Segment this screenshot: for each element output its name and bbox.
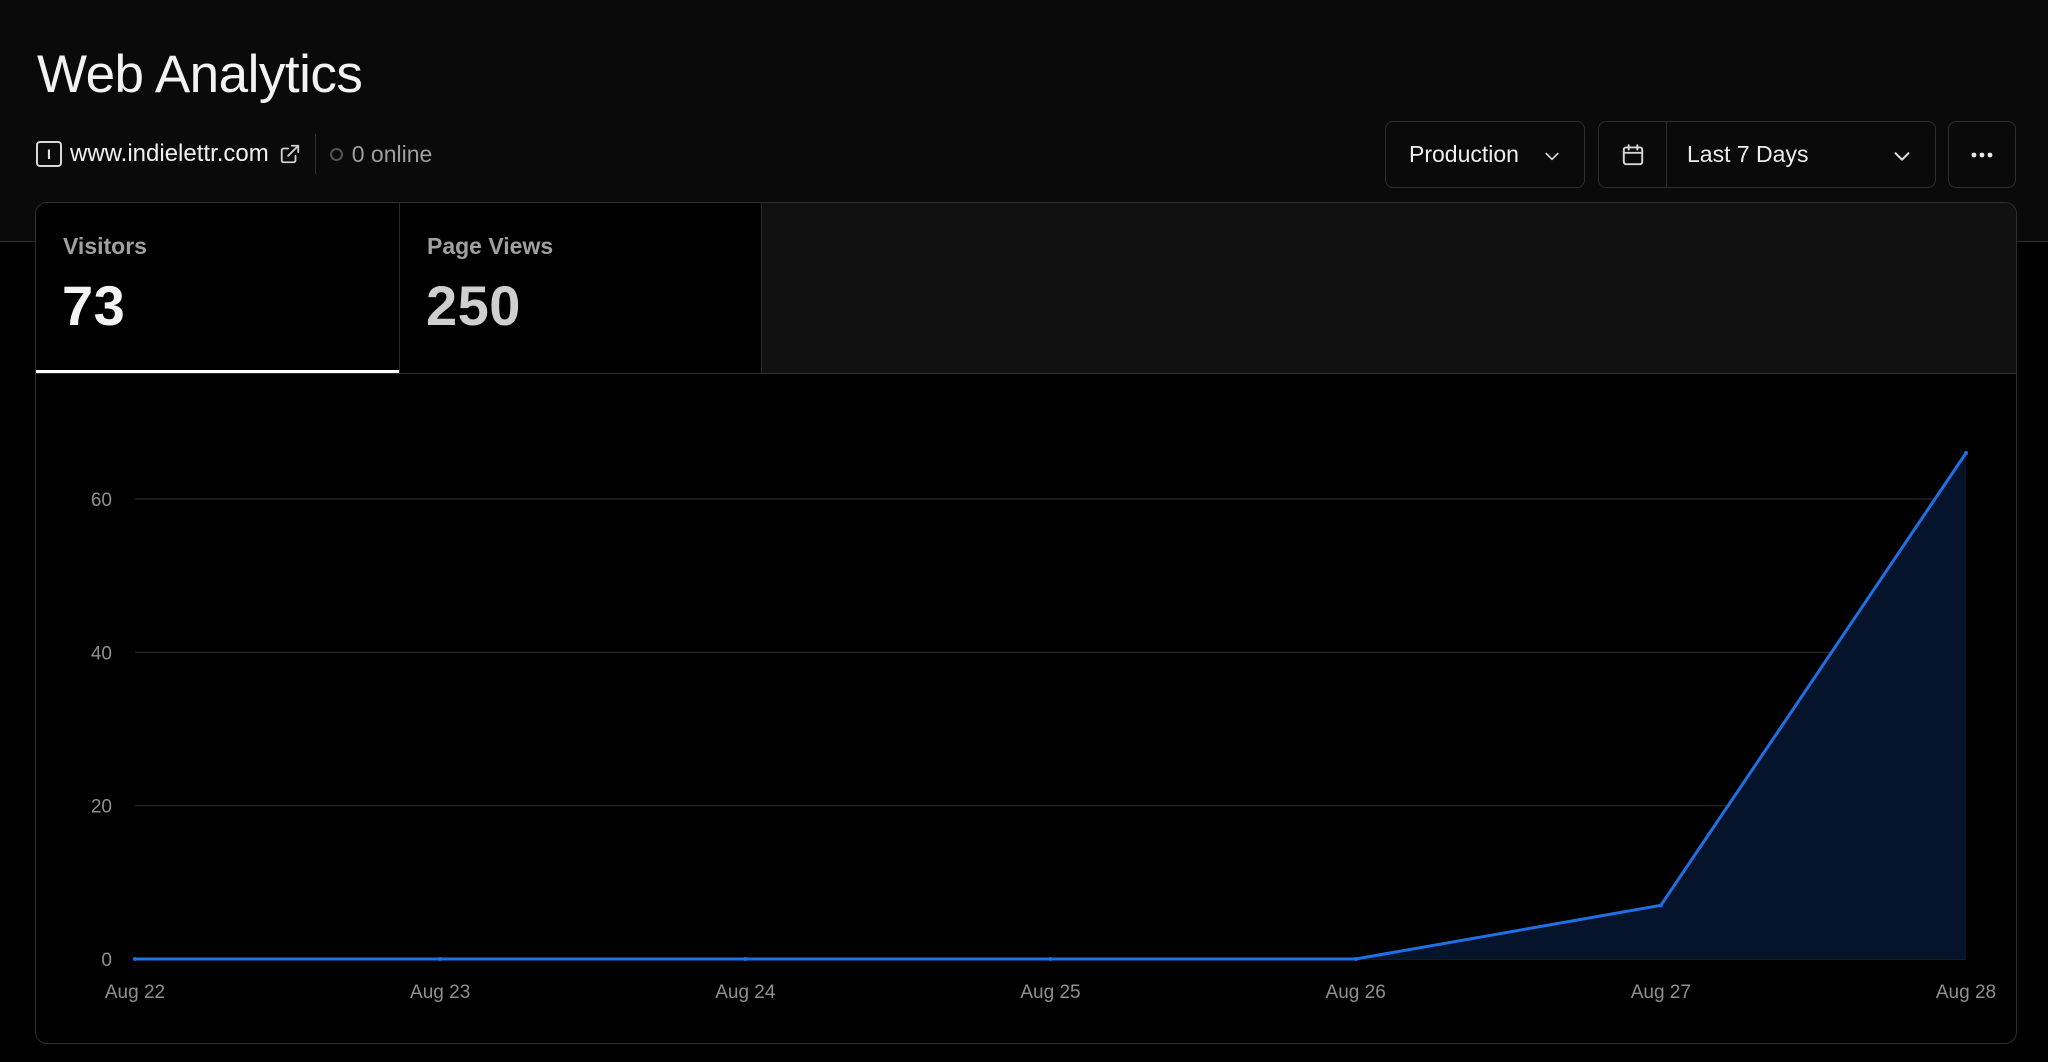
y-tick-label: 0 [101, 950, 112, 971]
x-tick-label: Aug 22 [105, 982, 165, 1003]
x-tick-label: Aug 26 [1326, 982, 1386, 1003]
x-tick-label: Aug 23 [410, 982, 470, 1003]
online-status-dot-icon [329, 147, 343, 161]
data-point [1658, 903, 1663, 908]
date-range-label: Last 7 Days [1687, 141, 1809, 167]
x-tick-label: Aug 25 [1020, 982, 1080, 1003]
data-point [438, 957, 443, 961]
y-tick-label: 20 [91, 797, 112, 818]
x-tick-label: Aug 24 [715, 982, 776, 1003]
visitors-chart: 0 20 40 60 Aug 22 Aug 23 Aug 24 Aug 25 Aug 26 Aug… [91, 451, 1996, 1003]
ellipsis-icon [1971, 152, 1993, 157]
data-point [1048, 957, 1053, 961]
online-count: 0 online [351, 140, 433, 167]
x-tick-label: Aug 27 [1631, 982, 1691, 1003]
data-point [133, 957, 137, 961]
site-info-row: I www.indielettr.com 0 online [36, 134, 432, 174]
y-tick-label: 40 [91, 643, 112, 664]
calendar-icon [1622, 143, 1643, 165]
site-domain-link[interactable]: www.indielettr.com [70, 140, 269, 168]
environment-select[interactable]: Production [1385, 121, 1585, 188]
x-tick-label: Aug 28 [1936, 982, 1996, 1003]
favicon-letter: I [47, 146, 51, 162]
divider [314, 134, 316, 174]
data-point [1353, 957, 1358, 961]
analytics-card: Visitors 73 Page Views 250 0 20 40 60 Aug 22… [35, 202, 2017, 1044]
site-favicon: I [36, 141, 62, 167]
y-tick-label: 60 [91, 490, 112, 511]
series-area [135, 453, 1966, 959]
external-link-icon[interactable] [279, 143, 301, 165]
data-point [1964, 451, 1968, 455]
calendar-button[interactable] [1599, 122, 1667, 187]
date-range-select[interactable]: Last 7 Days [1598, 121, 1936, 188]
page-title: Web Analytics [37, 45, 363, 104]
more-options-button[interactable] [1948, 121, 2016, 188]
chevron-down-icon [1545, 152, 1559, 161]
environment-label: Production [1409, 141, 1519, 167]
data-point [743, 957, 748, 961]
chevron-down-icon [1894, 152, 1910, 161]
